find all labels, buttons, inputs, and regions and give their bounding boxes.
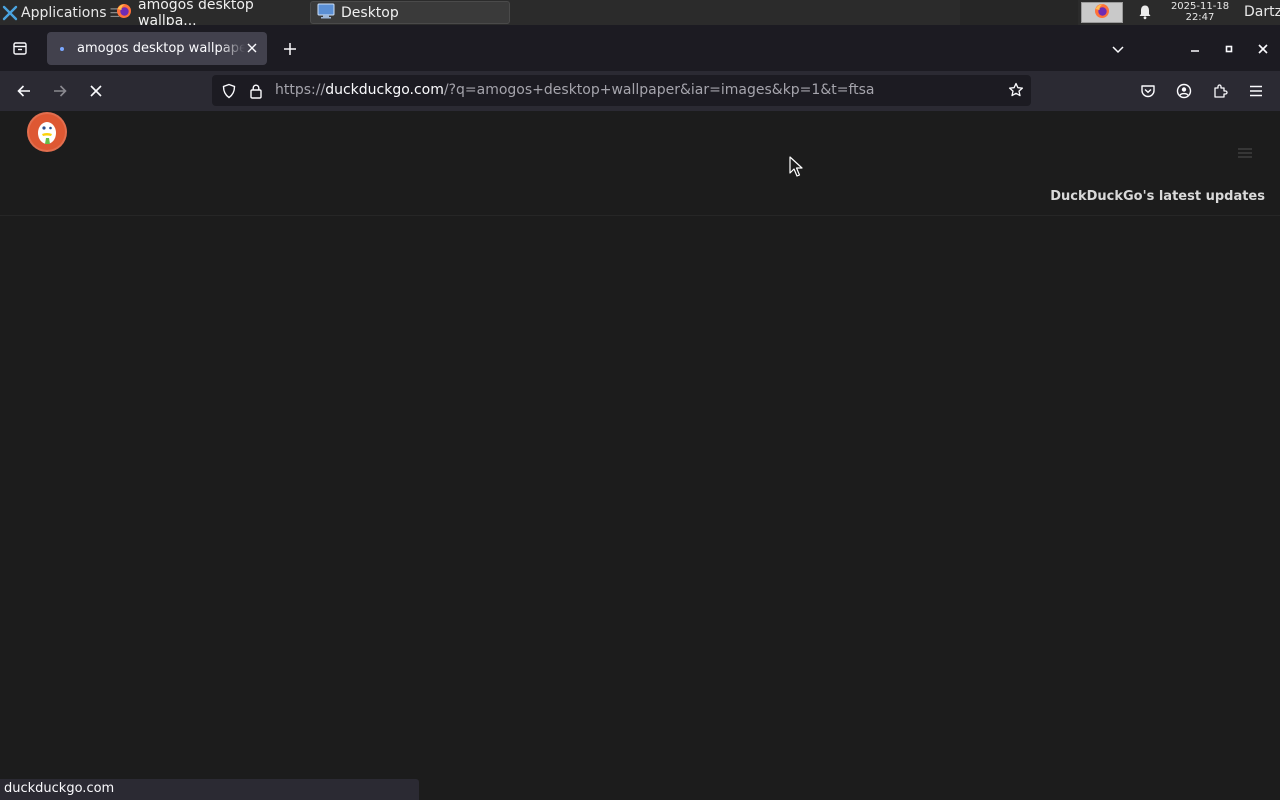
applications-menu-button[interactable]: Applications ☰ (0, 0, 122, 25)
list-all-tabs-chevron-down-icon[interactable] (1108, 39, 1128, 59)
app-menu-hamburger-icon[interactable] (1246, 81, 1266, 101)
tab-title: amogos desktop wallpaper at DuckDuckGo (77, 41, 245, 56)
tray-firefox-button[interactable] (1081, 2, 1123, 23)
loading-spinner-icon (57, 44, 67, 54)
mouse-pointer-icon (789, 156, 803, 182)
os-taskbar: Applications ☰ amogos desktop wallpa... … (0, 0, 1280, 29)
taskbar-task-firefox[interactable]: amogos desktop wallpa... (110, 0, 308, 29)
url-text[interactable]: https://duckduckgo.com/?q=amogos+desktop… (275, 82, 875, 98)
desktop-icon (317, 3, 335, 23)
clock-time: 22:47 (1185, 12, 1215, 23)
latest-updates-link[interactable]: DuckDuckGo's latest updates (1050, 189, 1265, 204)
link-status-bar: duckduckgo.com (0, 779, 419, 800)
applications-label: Applications (21, 4, 107, 21)
stop-loading-icon[interactable] (86, 81, 106, 101)
navigation-toolbar: https://duckduckgo.com/?q=amogos+desktop… (0, 71, 1280, 111)
account-icon[interactable] (1174, 81, 1194, 101)
close-window-icon[interactable] (1253, 39, 1273, 59)
extensions-puzzle-icon[interactable] (1210, 81, 1230, 101)
user-menu[interactable]: Dartz (1244, 4, 1280, 20)
url-host: duckduckgo.com (325, 82, 444, 98)
firefox-icon (1094, 3, 1110, 23)
url-scheme: https:// (275, 82, 326, 98)
taskbar-task-label: Desktop (341, 4, 399, 21)
duckduckgo-logo-icon[interactable] (27, 112, 67, 152)
xfce-logo-icon (2, 5, 18, 21)
taskbar-task-desktop[interactable]: Desktop (310, 1, 510, 24)
browser-tab-strip: amogos desktop wallpaper at DuckDuckGo (0, 25, 1280, 71)
browser-tab-active[interactable]: amogos desktop wallpaper at DuckDuckGo (47, 32, 267, 65)
bookmark-star-icon[interactable] (1008, 82, 1024, 102)
maximize-window-icon[interactable] (1219, 39, 1239, 59)
clock[interactable]: 2025-11-18 22:47 (1164, 1, 1236, 23)
notifications-bell-icon[interactable] (1137, 4, 1153, 24)
pocket-icon[interactable] (1138, 81, 1158, 101)
address-bar[interactable]: https://duckduckgo.com/?q=amogos+desktop… (212, 75, 1031, 106)
minimize-window-icon[interactable] (1185, 39, 1205, 59)
menu-hamburger-icon[interactable] (1238, 147, 1252, 158)
url-path: /?q=amogos+desktop+wallpaper&iar=images&… (443, 82, 875, 98)
new-tab-button[interactable] (280, 39, 300, 59)
forward-arrow-icon[interactable] (50, 81, 70, 101)
ddg-header: DuckDuckGo's latest updates (0, 111, 1280, 216)
web-page: DuckDuckGo's latest updates (0, 111, 1280, 800)
clock-date: 2025-11-18 (1170, 1, 1230, 12)
close-tab-icon[interactable] (245, 41, 259, 55)
back-arrow-icon[interactable] (14, 81, 34, 101)
taskbar-spacer (960, 0, 1078, 25)
lock-icon[interactable] (249, 83, 263, 103)
firefox-icon (116, 3, 132, 23)
firefox-view-button[interactable] (8, 36, 32, 60)
tracking-protection-shield-icon[interactable] (221, 83, 237, 103)
